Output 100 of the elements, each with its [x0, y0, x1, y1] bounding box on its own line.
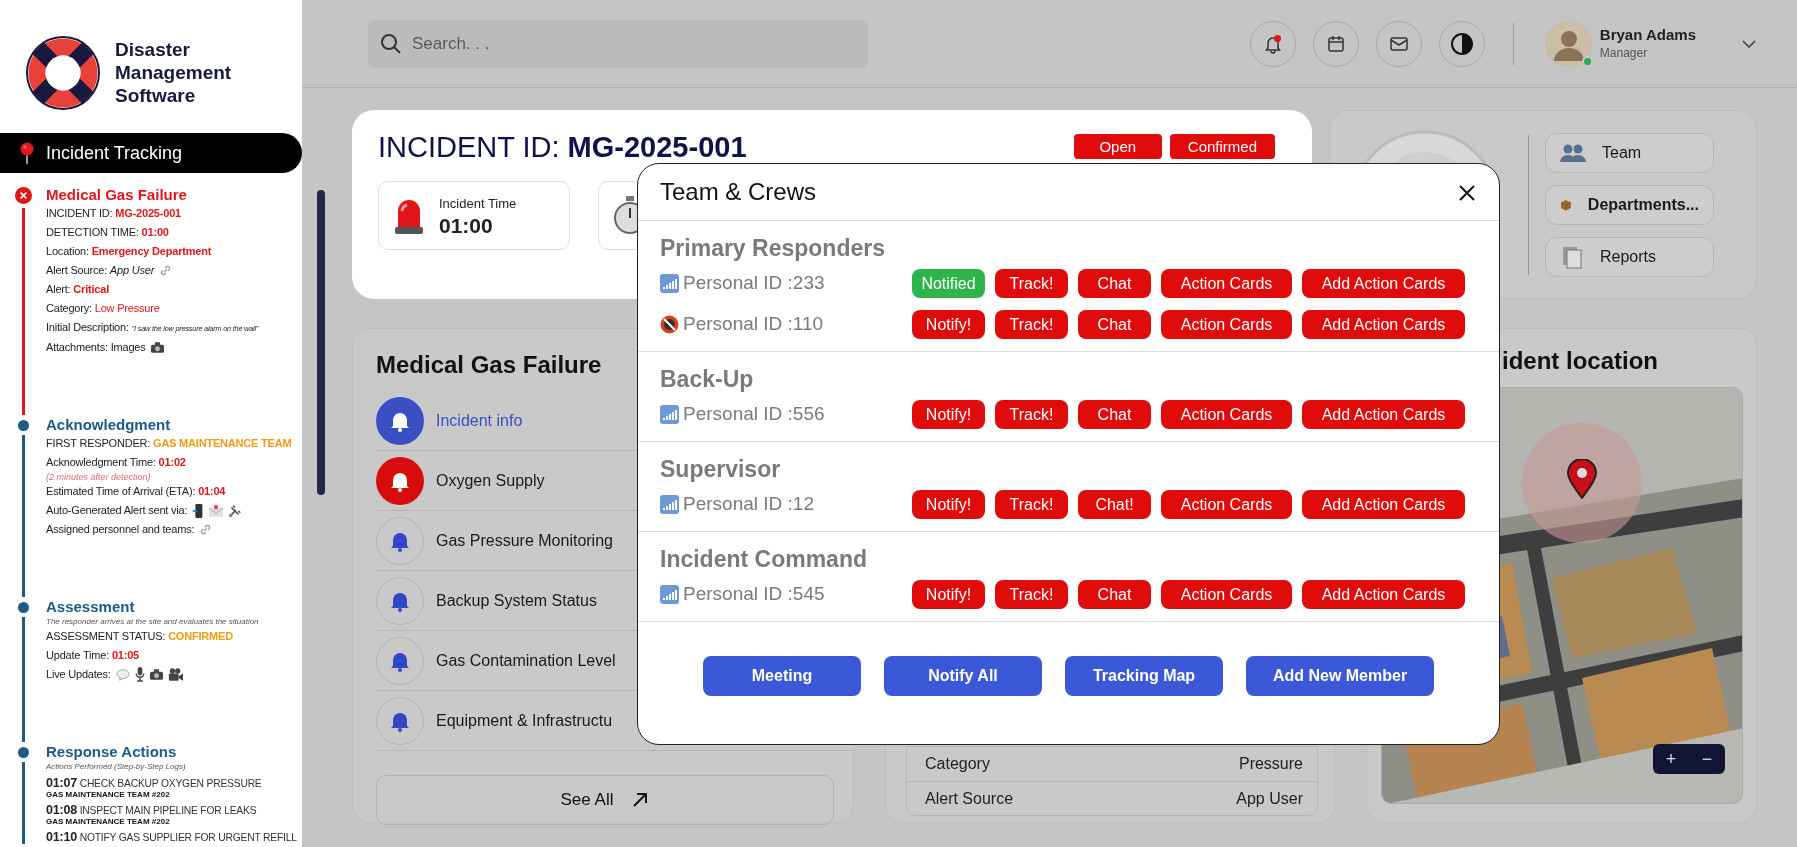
nav-button[interactable]: Departments... [1545, 184, 1714, 225]
arrow-up-right-icon [631, 791, 650, 809]
member-id: Personal ID :233 [683, 271, 825, 296]
action-button[interactable]: Chat [1078, 580, 1151, 609]
footer-button[interactable]: Add New Member [1246, 656, 1434, 696]
action-button[interactable]: Add Action Cards [1302, 400, 1465, 429]
envelope-icon [209, 504, 224, 517]
detail-text: ASSESSMENT STATUS: CONFIRMED [46, 629, 233, 644]
group-title: Back-Up [660, 365, 755, 394]
zoom-out-button[interactable]: − [1689, 744, 1725, 774]
action-button[interactable]: Track! [995, 580, 1068, 609]
people-icon [1560, 142, 1586, 163]
avatar[interactable] [1545, 20, 1592, 67]
search-field[interactable]: Search. . . [368, 19, 868, 68]
action-button[interactable]: Chat [1078, 400, 1151, 429]
section-subtitle: The responder arrives at the site and evaluates the situation [46, 616, 260, 627]
log-entry: 01:07 CHECK BACKUP OXYGEN PRESSURE [46, 777, 263, 790]
member-id: Personal ID :110 [683, 312, 824, 337]
action-button[interactable]: Action Cards [1161, 269, 1292, 298]
field-label: Alert Source [925, 788, 1014, 809]
action-button[interactable]: Action Cards [1161, 400, 1292, 429]
action-button[interactable]: Track! [995, 269, 1068, 298]
action-button[interactable]: Track! [995, 310, 1068, 339]
action-button[interactable]: Add Action Cards [1302, 269, 1465, 298]
group-title: Supervisor [660, 455, 782, 484]
note-text: (2 minutes after detection) [46, 472, 152, 482]
camera-icon [149, 669, 163, 680]
link-icon [199, 523, 213, 536]
chat-bubble-icon [115, 668, 130, 681]
action-button[interactable]: Add Action Cards [1302, 310, 1465, 339]
zoom-in-button[interactable]: + [1653, 744, 1689, 774]
member-id: Personal ID :556 [683, 402, 825, 427]
detail-text: Update Time: 01:05 [46, 648, 140, 663]
status-tag: Open [1073, 134, 1162, 159]
log-entry: 01:10 NOTIFY GAS SUPPLIER FOR URGENT REFILL [46, 831, 298, 844]
detail-text: Estimated Time of Arrival (ETA): 01:04 [46, 484, 226, 499]
member-id: Personal ID :545 [683, 582, 825, 607]
action-button[interactable]: Action Cards [1161, 580, 1292, 609]
nav-button[interactable]: Reports [1545, 236, 1714, 277]
action-button[interactable]: Chat! [1078, 490, 1151, 519]
team-label: GAS MAINTENANCE TEAM #202 [46, 790, 171, 799]
detail-text: Acknowledgment Time: 01:02 [46, 455, 186, 470]
action-button[interactable]: Action Cards [1161, 310, 1292, 339]
action-button[interactable]: Add Action Cards [1302, 490, 1465, 519]
action-button[interactable]: Notify! [912, 310, 985, 339]
search-icon [380, 32, 402, 55]
contrast-icon [1449, 31, 1474, 56]
field-value: App User [1236, 788, 1303, 809]
nav-item[interactable]: Incident Tracking [0, 133, 302, 173]
see-all-button[interactable]: See All [376, 775, 834, 825]
action-button[interactable]: Notify! [912, 400, 985, 429]
modal-title: Team & Crews [660, 177, 817, 207]
action-button[interactable]: Chat [1078, 310, 1151, 339]
field-label: Category [925, 754, 990, 774]
incident-title: INCIDENT ID: MG-2025-001 [378, 130, 747, 165]
footer-button[interactable]: Tracking Map [1065, 656, 1223, 696]
camera-icon [150, 342, 164, 353]
detail-text: Attachments: Images [46, 340, 146, 355]
detail-text: Auto-Generated Alert sent via: [46, 503, 188, 518]
document-icon [1560, 244, 1584, 269]
section-title: Response Actions [46, 742, 178, 761]
scrollbar-thumb[interactable] [317, 190, 325, 495]
log-entry: 01:08 INSPECT MAIN PIPELINE FOR LEAKS [46, 804, 258, 817]
nav-button[interactable]: Team [1545, 132, 1714, 173]
action-button[interactable]: Notify! [912, 490, 985, 519]
footer-button[interactable]: Meeting [703, 656, 861, 696]
section-title: Acknowledgment [46, 415, 172, 434]
section-title: Medical Gas Failure [46, 185, 188, 204]
status-tag: Confirmed [1169, 134, 1275, 159]
action-button[interactable]: Track! [995, 490, 1068, 519]
detail-text: DETECTION TIME: 01:00 [46, 225, 169, 240]
stat-label: Incident Time [439, 195, 517, 213]
action-button[interactable]: Add Action Cards [1302, 580, 1465, 609]
video-camera-icon [167, 668, 183, 681]
detail-text: INCIDENT ID: MG-2025-001 [46, 206, 181, 221]
chevron-down-icon [1741, 38, 1757, 49]
panel-title: Medical Gas Failure [376, 350, 602, 380]
phone-icon [192, 503, 205, 518]
field-value: Pressure [1238, 754, 1303, 774]
satellite-icon [228, 503, 243, 518]
pin-icon [20, 142, 34, 164]
close-icon [1458, 183, 1476, 202]
detail-text: Category: Low Pressure [46, 301, 160, 316]
footer-button[interactable]: Notify All [884, 656, 1042, 696]
action-button[interactable]: Action Cards [1161, 490, 1292, 519]
action-button[interactable]: Track! [995, 400, 1068, 429]
detail-text: Location: Emergency Department [46, 244, 212, 259]
action-button[interactable]: Chat [1078, 269, 1151, 298]
panel-title: ident location [1502, 346, 1658, 376]
calendar-icon [1325, 33, 1346, 54]
link-icon [159, 264, 173, 277]
detail-text: Alert Source: App User [46, 263, 155, 278]
action-button[interactable]: Notify! [912, 580, 985, 609]
group-title: Primary Responders [660, 234, 886, 263]
action-button[interactable]: Notified [912, 269, 985, 298]
detail-text: Assigned personnel and teams: [46, 522, 195, 537]
detail-text: Alert: Critical [46, 282, 110, 297]
stat-value: 01:00 [439, 213, 494, 237]
app-title: Disaster Management Software [115, 37, 232, 108]
detail-text: FIRST RESPONDER: GAS MAINTENANCE TEAM [46, 436, 292, 451]
